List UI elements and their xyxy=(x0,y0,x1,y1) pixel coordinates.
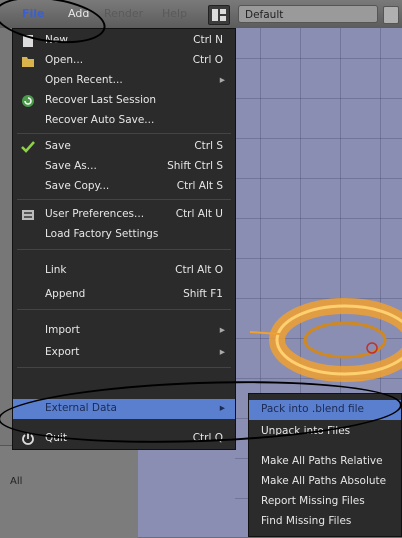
chevron-right-icon: ▸ xyxy=(219,324,225,336)
menu-item-find-missing-files[interactable]: Find Missing Files xyxy=(249,512,401,532)
outliner-filter-label[interactable]: All xyxy=(10,476,22,487)
chevron-right-icon: ▸ xyxy=(219,74,225,86)
chevron-right-icon: ▸ xyxy=(219,346,225,358)
menu-item-recover-last-session[interactable]: Recover Last Session xyxy=(13,91,235,111)
menu-help[interactable]: Help xyxy=(162,7,187,20)
menu-item-load-factory-settings[interactable]: Load Factory Settings xyxy=(13,225,235,245)
outliner-panel: All xyxy=(0,445,138,538)
menu-item-user-preferences[interactable]: User Preferences... Ctrl Alt U xyxy=(13,205,235,225)
menu-item-append[interactable]: Append Shift F1 xyxy=(13,285,235,305)
menu-render[interactable]: Render xyxy=(104,7,143,20)
preferences-icon xyxy=(22,210,34,220)
menu-item-link[interactable]: Link Ctrl Alt O xyxy=(13,261,235,281)
menu-item-import[interactable]: Import ▸ xyxy=(13,321,235,341)
menu-item-open-recent[interactable]: Open Recent... ▸ xyxy=(13,71,235,91)
menu-item-report-missing-files[interactable]: Report Missing Files xyxy=(249,492,401,512)
menu-item-export[interactable]: Export ▸ xyxy=(13,343,235,363)
checkmark-icon xyxy=(21,141,35,153)
torus-object[interactable] xyxy=(250,292,402,392)
menu-item-save[interactable]: Save Ctrl S xyxy=(13,137,235,157)
menu-item-make-paths-relative[interactable]: Make All Paths Relative xyxy=(249,452,401,472)
menu-item-save-as[interactable]: Save As... Shift Ctrl S xyxy=(13,157,235,177)
folder-icon xyxy=(22,57,34,67)
viewport-strip xyxy=(138,445,235,537)
close-icon[interactable] xyxy=(383,6,399,24)
menu-item-recover-auto-save[interactable]: Recover Auto Save... xyxy=(13,111,235,131)
screen-layout-field[interactable]: Default xyxy=(238,5,378,23)
menu-item-save-copy[interactable]: Save Copy... Ctrl Alt S xyxy=(13,177,235,197)
menu-item-open[interactable]: Open... Ctrl O xyxy=(13,51,235,71)
menu-item-make-paths-absolute[interactable]: Make All Paths Absolute xyxy=(249,472,401,492)
screen-layout-icon[interactable] xyxy=(208,5,230,25)
recover-icon xyxy=(22,95,34,107)
